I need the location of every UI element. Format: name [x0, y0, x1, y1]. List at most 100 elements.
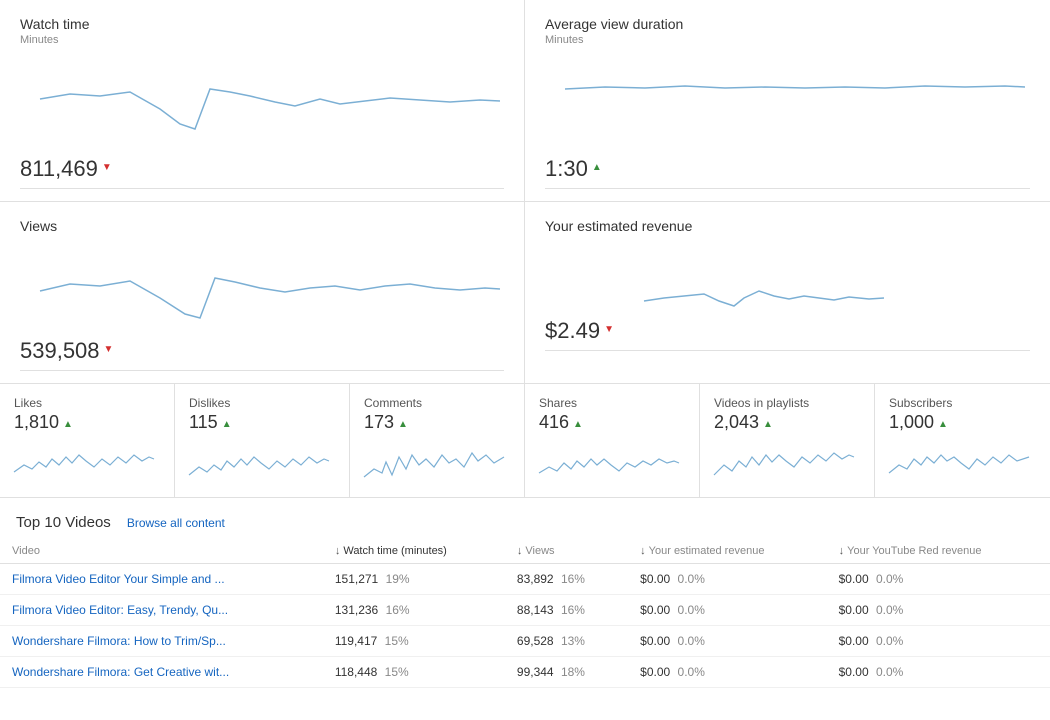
- avg-view-duration-chart: [545, 54, 1030, 144]
- video-link[interactable]: Filmora Video Editor Your Simple and ...: [12, 572, 225, 586]
- dislikes-title: Dislikes: [189, 396, 335, 410]
- col-est-revenue[interactable]: ↓Your estimated revenue: [628, 539, 826, 564]
- shares-title: Shares: [539, 396, 685, 410]
- videos-in-playlists-value: 2,043: [714, 412, 759, 433]
- videos-table-body: Filmora Video Editor Your Simple and ...…: [0, 564, 1050, 688]
- views-title: Views: [20, 218, 504, 234]
- views-value: 539,508: [20, 338, 100, 364]
- sort-yt-red-icon: ↓: [839, 545, 845, 557]
- table-row: Wondershare Filmora: Get Creative wit...…: [0, 657, 1050, 688]
- col-views[interactable]: ↓Views: [505, 539, 628, 564]
- avg-view-duration-value: 1:30: [545, 156, 588, 182]
- top-videos-section: Top 10 Videos Browse all content Video ↓…: [0, 498, 1050, 688]
- yt-red-rev-cell: $0.00 0.0%: [827, 657, 1050, 688]
- table-row: Wondershare Filmora: How to Trim/Sp... 1…: [0, 626, 1050, 657]
- watch-time-trend: ▼: [102, 162, 112, 173]
- views-chart: [20, 236, 504, 326]
- est-revenue-divider: [545, 350, 1030, 351]
- sort-down-icon: ↓: [335, 545, 341, 557]
- views-card: Views 539,508 ▼: [0, 202, 525, 383]
- video-title-cell: Wondershare Filmora: How to Trim/Sp...: [0, 626, 323, 657]
- avg-view-duration-divider: [545, 188, 1030, 189]
- views-cell: 88,143 16%: [505, 595, 628, 626]
- sort-est-rev-icon: ↓: [640, 545, 646, 557]
- est-revenue-inner: $2.49 ▼: [545, 246, 1030, 344]
- watch-time-cell: 119,417 15%: [323, 626, 505, 657]
- subscribers-card: Subscribers 1,000 ▲: [875, 384, 1050, 497]
- likes-chart: [14, 437, 160, 487]
- est-revenue-trend: ▼: [604, 324, 614, 335]
- watch-time-cell: 131,236 16%: [323, 595, 505, 626]
- est-revenue-chart: [634, 246, 1030, 336]
- video-title-cell: Filmora Video Editor Your Simple and ...: [0, 564, 323, 595]
- shares-card: Shares 416 ▲: [525, 384, 700, 497]
- table-row: Filmora Video Editor: Easy, Trendy, Qu..…: [0, 595, 1050, 626]
- subscribers-chart: [889, 437, 1036, 487]
- est-rev-cell: $0.00 0.0%: [628, 564, 826, 595]
- watch-time-cell: 151,271 19%: [323, 564, 505, 595]
- dislikes-card: Dislikes 115 ▲: [175, 384, 350, 497]
- sort-views-icon: ↓: [517, 545, 523, 557]
- shares-chart: [539, 437, 685, 487]
- yt-red-rev-cell: $0.00 0.0%: [827, 564, 1050, 595]
- shares-trend: ▲: [573, 419, 583, 430]
- likes-title: Likes: [14, 396, 160, 410]
- videos-in-playlists-card: Videos in playlists 2,043 ▲: [700, 384, 875, 497]
- comments-value: 173: [364, 412, 394, 433]
- est-rev-cell: $0.00 0.0%: [628, 657, 826, 688]
- col-watch-time[interactable]: ↓Watch time (minutes): [323, 539, 505, 564]
- col-video: Video: [0, 539, 323, 564]
- second-metrics-grid: Views 539,508 ▼ Your estimated revenue $…: [0, 202, 1050, 384]
- dislikes-chart: [189, 437, 335, 487]
- watch-time-subtitle: Minutes: [20, 34, 504, 46]
- est-revenue-value: $2.49: [545, 318, 600, 344]
- videos-in-playlists-trend: ▲: [763, 419, 773, 430]
- est-rev-cell: $0.00 0.0%: [628, 595, 826, 626]
- views-divider: [20, 370, 504, 371]
- video-title-cell: Filmora Video Editor: Easy, Trendy, Qu..…: [0, 595, 323, 626]
- table-header-row: Video ↓Watch time (minutes) ↓Views ↓Your…: [0, 539, 1050, 564]
- subscribers-title: Subscribers: [889, 396, 1036, 410]
- top-videos-title: Top 10 Videos: [16, 514, 111, 531]
- subscribers-value: 1,000: [889, 412, 934, 433]
- likes-value: 1,810: [14, 412, 59, 433]
- est-rev-cell: $0.00 0.0%: [628, 626, 826, 657]
- table-row: Filmora Video Editor Your Simple and ...…: [0, 564, 1050, 595]
- avg-view-duration-subtitle: Minutes: [545, 34, 1030, 46]
- watch-time-chart: [20, 54, 504, 144]
- video-link[interactable]: Filmora Video Editor: Easy, Trendy, Qu..…: [12, 603, 228, 617]
- comments-title: Comments: [364, 396, 510, 410]
- browse-all-link[interactable]: Browse all content: [127, 516, 225, 530]
- views-cell: 99,344 18%: [505, 657, 628, 688]
- video-link[interactable]: Wondershare Filmora: How to Trim/Sp...: [12, 634, 226, 648]
- views-trend: ▼: [104, 344, 114, 355]
- videos-in-playlists-title: Videos in playlists: [714, 396, 860, 410]
- watch-time-divider: [20, 188, 504, 189]
- est-revenue-card: Your estimated revenue $2.49 ▼: [525, 202, 1050, 383]
- watch-time-cell: 118,448 15%: [323, 657, 505, 688]
- avg-view-duration-title: Average view duration: [545, 16, 1030, 32]
- small-metrics-grid: Likes 1,810 ▲ Dislikes 115 ▲: [0, 384, 1050, 498]
- likes-card: Likes 1,810 ▲: [0, 384, 175, 497]
- watch-time-card: Watch time Minutes 811,469 ▼: [0, 0, 525, 201]
- yt-red-rev-cell: $0.00 0.0%: [827, 626, 1050, 657]
- dashboard: Watch time Minutes 811,469 ▼ Average vie…: [0, 0, 1050, 688]
- watch-time-value: 811,469: [20, 156, 98, 182]
- views-cell: 83,892 16%: [505, 564, 628, 595]
- dislikes-trend: ▲: [222, 419, 232, 430]
- est-revenue-title: Your estimated revenue: [545, 218, 1030, 234]
- videos-in-playlists-chart: [714, 437, 860, 487]
- video-link[interactable]: Wondershare Filmora: Get Creative wit...: [12, 665, 229, 679]
- subscribers-trend: ▲: [938, 419, 948, 430]
- avg-view-duration-trend: ▲: [592, 162, 602, 173]
- col-yt-red-revenue[interactable]: ↓Your YouTube Red revenue: [827, 539, 1050, 564]
- top-metrics-grid: Watch time Minutes 811,469 ▼ Average vie…: [0, 0, 1050, 202]
- avg-view-duration-card: Average view duration Minutes 1:30 ▲: [525, 0, 1050, 201]
- comments-trend: ▲: [398, 419, 408, 430]
- comments-chart: [364, 437, 510, 487]
- yt-red-rev-cell: $0.00 0.0%: [827, 595, 1050, 626]
- est-revenue-left: $2.49 ▼: [545, 254, 614, 344]
- likes-trend: ▲: [63, 419, 73, 430]
- top-videos-header: Top 10 Videos Browse all content: [0, 514, 1050, 539]
- shares-value: 416: [539, 412, 569, 433]
